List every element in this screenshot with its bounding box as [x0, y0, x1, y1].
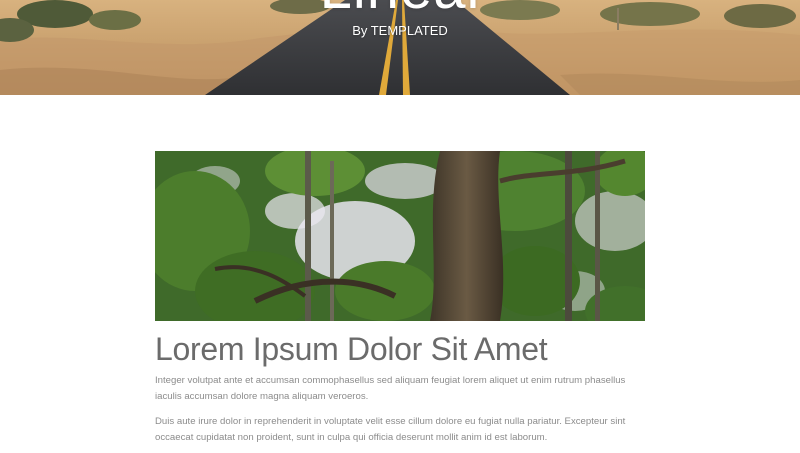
- forest-trees-photo: [155, 151, 645, 321]
- article-title: Lorem Ipsum Dolor Sit Amet: [155, 331, 548, 367]
- article-paragraph-2: Duis aute irure dolor in reprehenderit i…: [155, 416, 626, 443]
- site-subtitle: By TEMPLATED: [352, 23, 448, 38]
- article-paragraph-1: Integer volutpat ante et accumsan commop…: [155, 375, 626, 402]
- page: Lineal By TEMPLATED: [0, 0, 800, 453]
- feature-image: [155, 151, 645, 321]
- site-title: Lineal: [0, 0, 800, 18]
- main-content: Lorem Ipsum Dolor Sit Amet Integer volut…: [155, 151, 645, 446]
- hero-banner: Lineal By TEMPLATED: [0, 0, 800, 95]
